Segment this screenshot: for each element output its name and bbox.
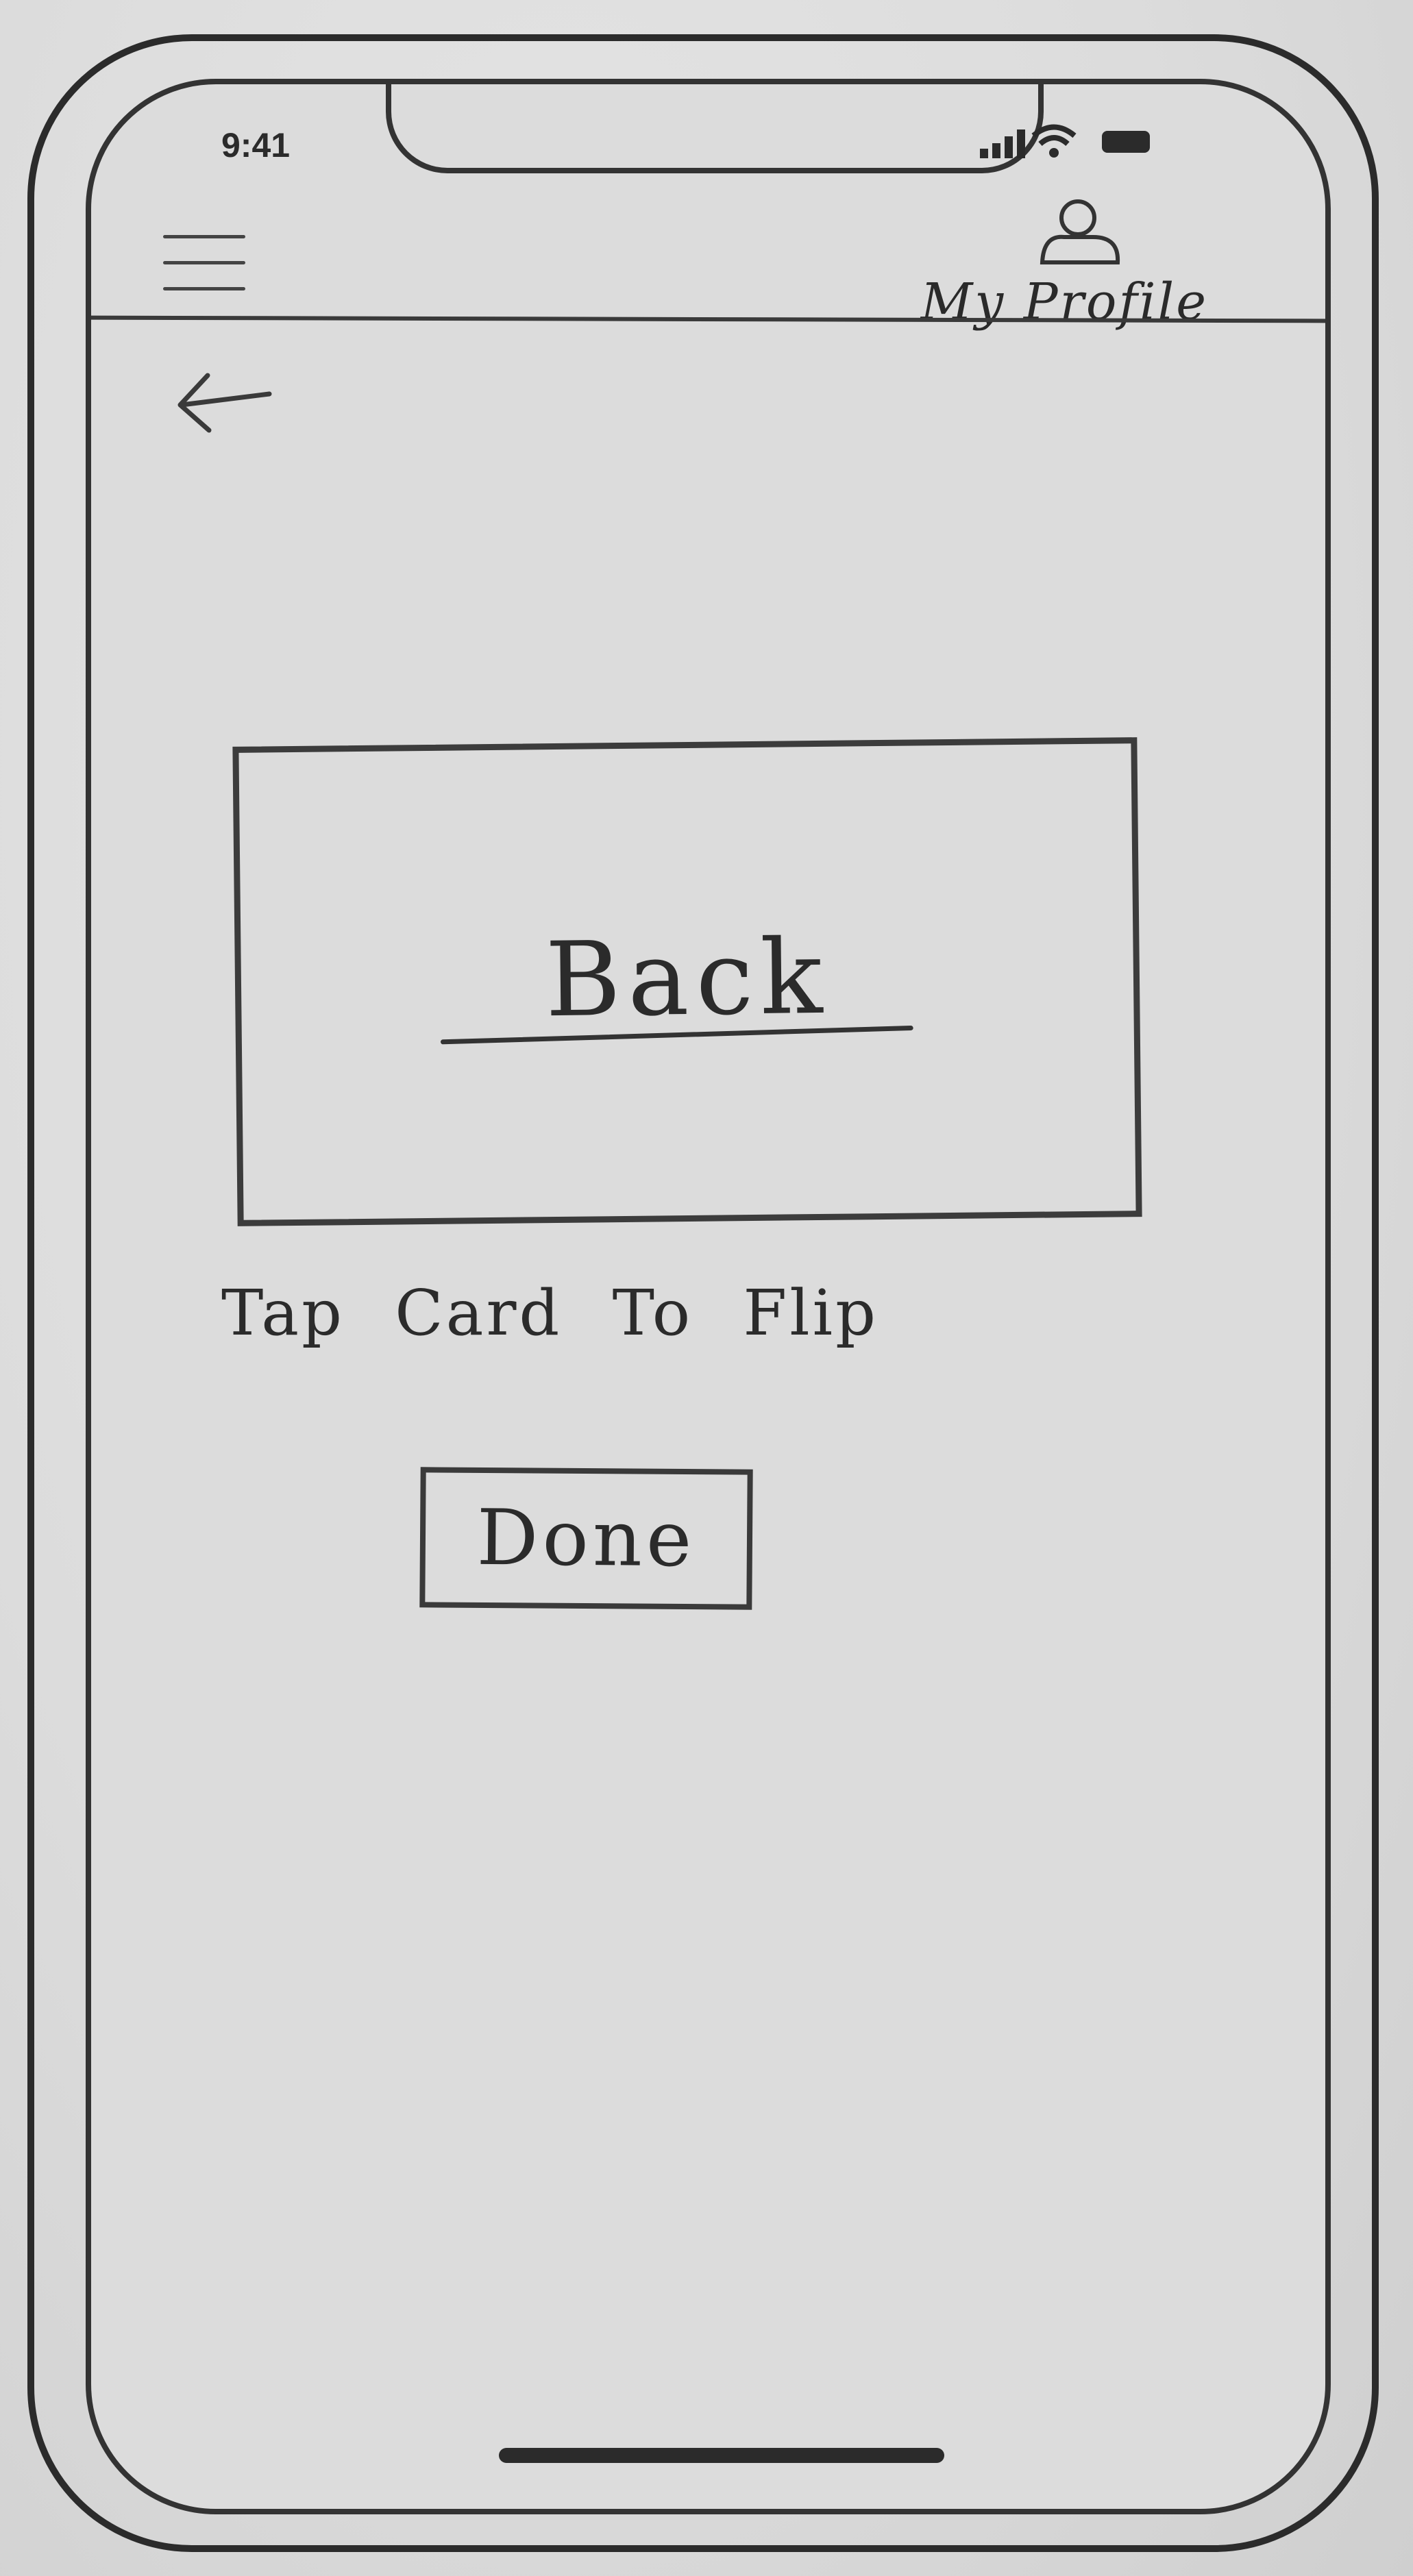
my-profile-button[interactable]: My Profile — [824, 197, 1208, 332]
back-arrow-icon[interactable] — [173, 365, 276, 434]
phone-screen: 9:41 My Profile Back Tap Card To Flip Do… — [86, 79, 1331, 2514]
home-indicator[interactable] — [499, 2448, 944, 2463]
person-icon — [1040, 199, 1120, 264]
hamburger-menu-icon[interactable] — [163, 221, 252, 304]
battery-icon — [1102, 131, 1150, 153]
card-text: Back — [544, 917, 831, 1041]
my-profile-label: My Profile — [920, 273, 1208, 332]
wifi-icon — [1031, 124, 1077, 158]
phone-notch — [386, 84, 1044, 173]
status-time: 9:41 — [221, 126, 291, 164]
tap-card-hint: Tap Card To Flip — [221, 1276, 878, 1350]
done-button[interactable]: Done — [419, 1467, 753, 1610]
flashcard[interactable]: Back — [232, 737, 1142, 1226]
